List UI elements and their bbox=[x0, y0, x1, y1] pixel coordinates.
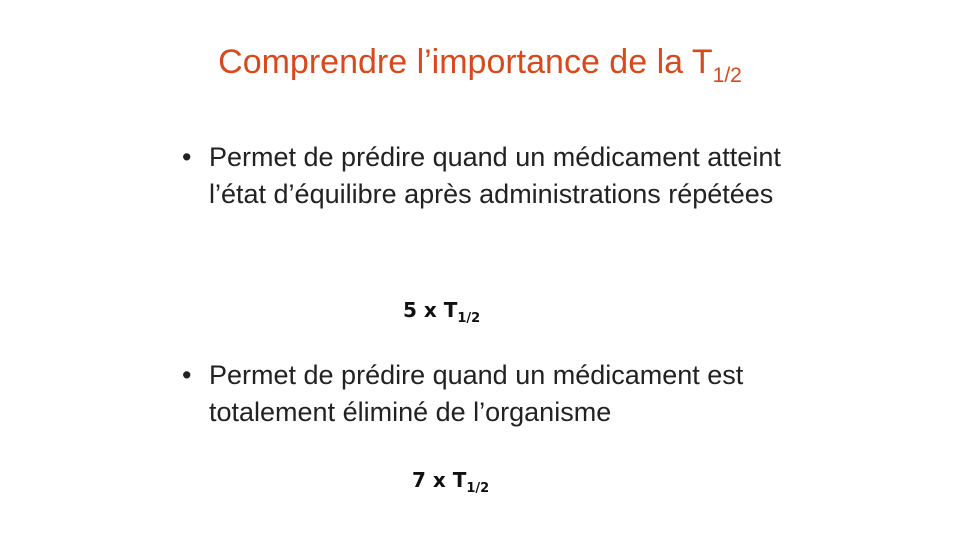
bullet-item-elimination: • Permet de prédire quand un médicament … bbox=[182, 357, 802, 431]
bullet-item-steady-state: • Permet de prédire quand un médicament … bbox=[182, 139, 802, 213]
bullet-marker: • bbox=[182, 142, 192, 172]
formula-text: 5 x T bbox=[403, 298, 458, 322]
bullet-text: Permet de prédire quand un médicament at… bbox=[209, 142, 781, 209]
formula-subscript: 1/2 bbox=[466, 481, 490, 496]
formula-subscript: 1/2 bbox=[457, 311, 481, 326]
bullet-marker: • bbox=[182, 360, 192, 390]
slide: Comprendre l’importance de la T1/2 • Per… bbox=[0, 0, 960, 540]
slide-title-text: Comprendre l’importance de la T bbox=[218, 43, 713, 81]
formula-steady-state: 5 x T1/2 bbox=[403, 296, 480, 328]
bullet-text: Permet de prédire quand un médicament es… bbox=[209, 360, 744, 427]
slide-title-subscript: 1/2 bbox=[712, 64, 742, 87]
formula-elimination: 7 x T1/2 bbox=[412, 466, 489, 498]
formula-text: 7 x T bbox=[412, 468, 467, 492]
slide-title: Comprendre l’importance de la T1/2 bbox=[0, 40, 960, 89]
